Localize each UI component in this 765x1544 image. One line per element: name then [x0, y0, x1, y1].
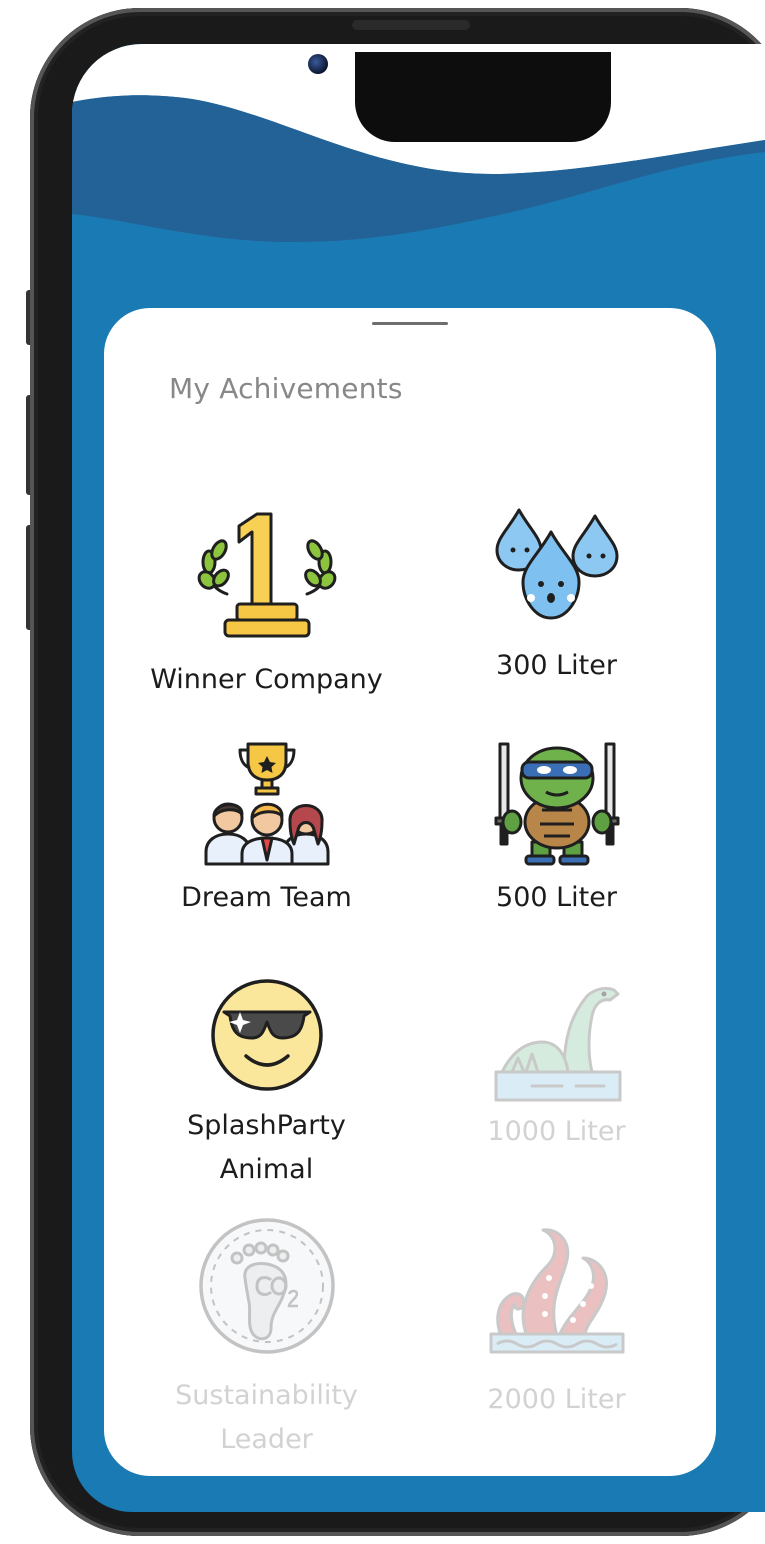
phone-notch	[355, 52, 611, 142]
drag-handle[interactable]	[372, 322, 448, 325]
achievement-label: Sustainability Leader	[175, 1380, 358, 1455]
achievement-label: Winner Company	[150, 664, 383, 695]
achievement-label: Dream Team	[181, 882, 352, 913]
trophy-first-place-icon	[197, 512, 336, 638]
achievement-label: 500 Liter	[496, 882, 617, 913]
sunglasses-smiley-icon	[210, 979, 323, 1091]
front-camera	[308, 54, 328, 74]
achievement-1000-liter[interactable]: 1000 Liter	[434, 976, 679, 1154]
achievement-label: 300 Liter	[496, 650, 617, 681]
achievement-label: 2000 Liter	[487, 1384, 626, 1415]
achievement-winner-company[interactable]: Winner Company	[134, 508, 399, 702]
achievements-card: My Achivements Winner Company 300 Liter …	[104, 308, 716, 1476]
achievement-label: 1000 Liter	[487, 1116, 626, 1147]
kraken-tentacles-icon	[489, 1228, 624, 1354]
co2-footprint-icon	[198, 1218, 335, 1354]
achievement-2000-liter[interactable]: 2000 Liter	[434, 1216, 679, 1422]
achievement-500-liter[interactable]: 500 Liter	[434, 740, 679, 920]
team-trophy-icon	[204, 742, 329, 866]
achievement-label: SplashParty Animal	[187, 1110, 346, 1185]
phone-speaker	[352, 20, 470, 30]
sea-monster-icon	[494, 986, 621, 1102]
achievement-splashparty-animal[interactable]: SplashParty Animal	[134, 976, 399, 1192]
section-title: My Achivements	[169, 372, 403, 405]
water-drops-icon	[495, 508, 618, 620]
achievement-sustainability-leader[interactable]: Sustainability Leader	[134, 1216, 399, 1462]
achievement-300-liter[interactable]: 300 Liter	[434, 506, 679, 688]
ninja-turtle-icon	[494, 742, 619, 866]
achievement-dream-team[interactable]: Dream Team	[134, 740, 399, 920]
